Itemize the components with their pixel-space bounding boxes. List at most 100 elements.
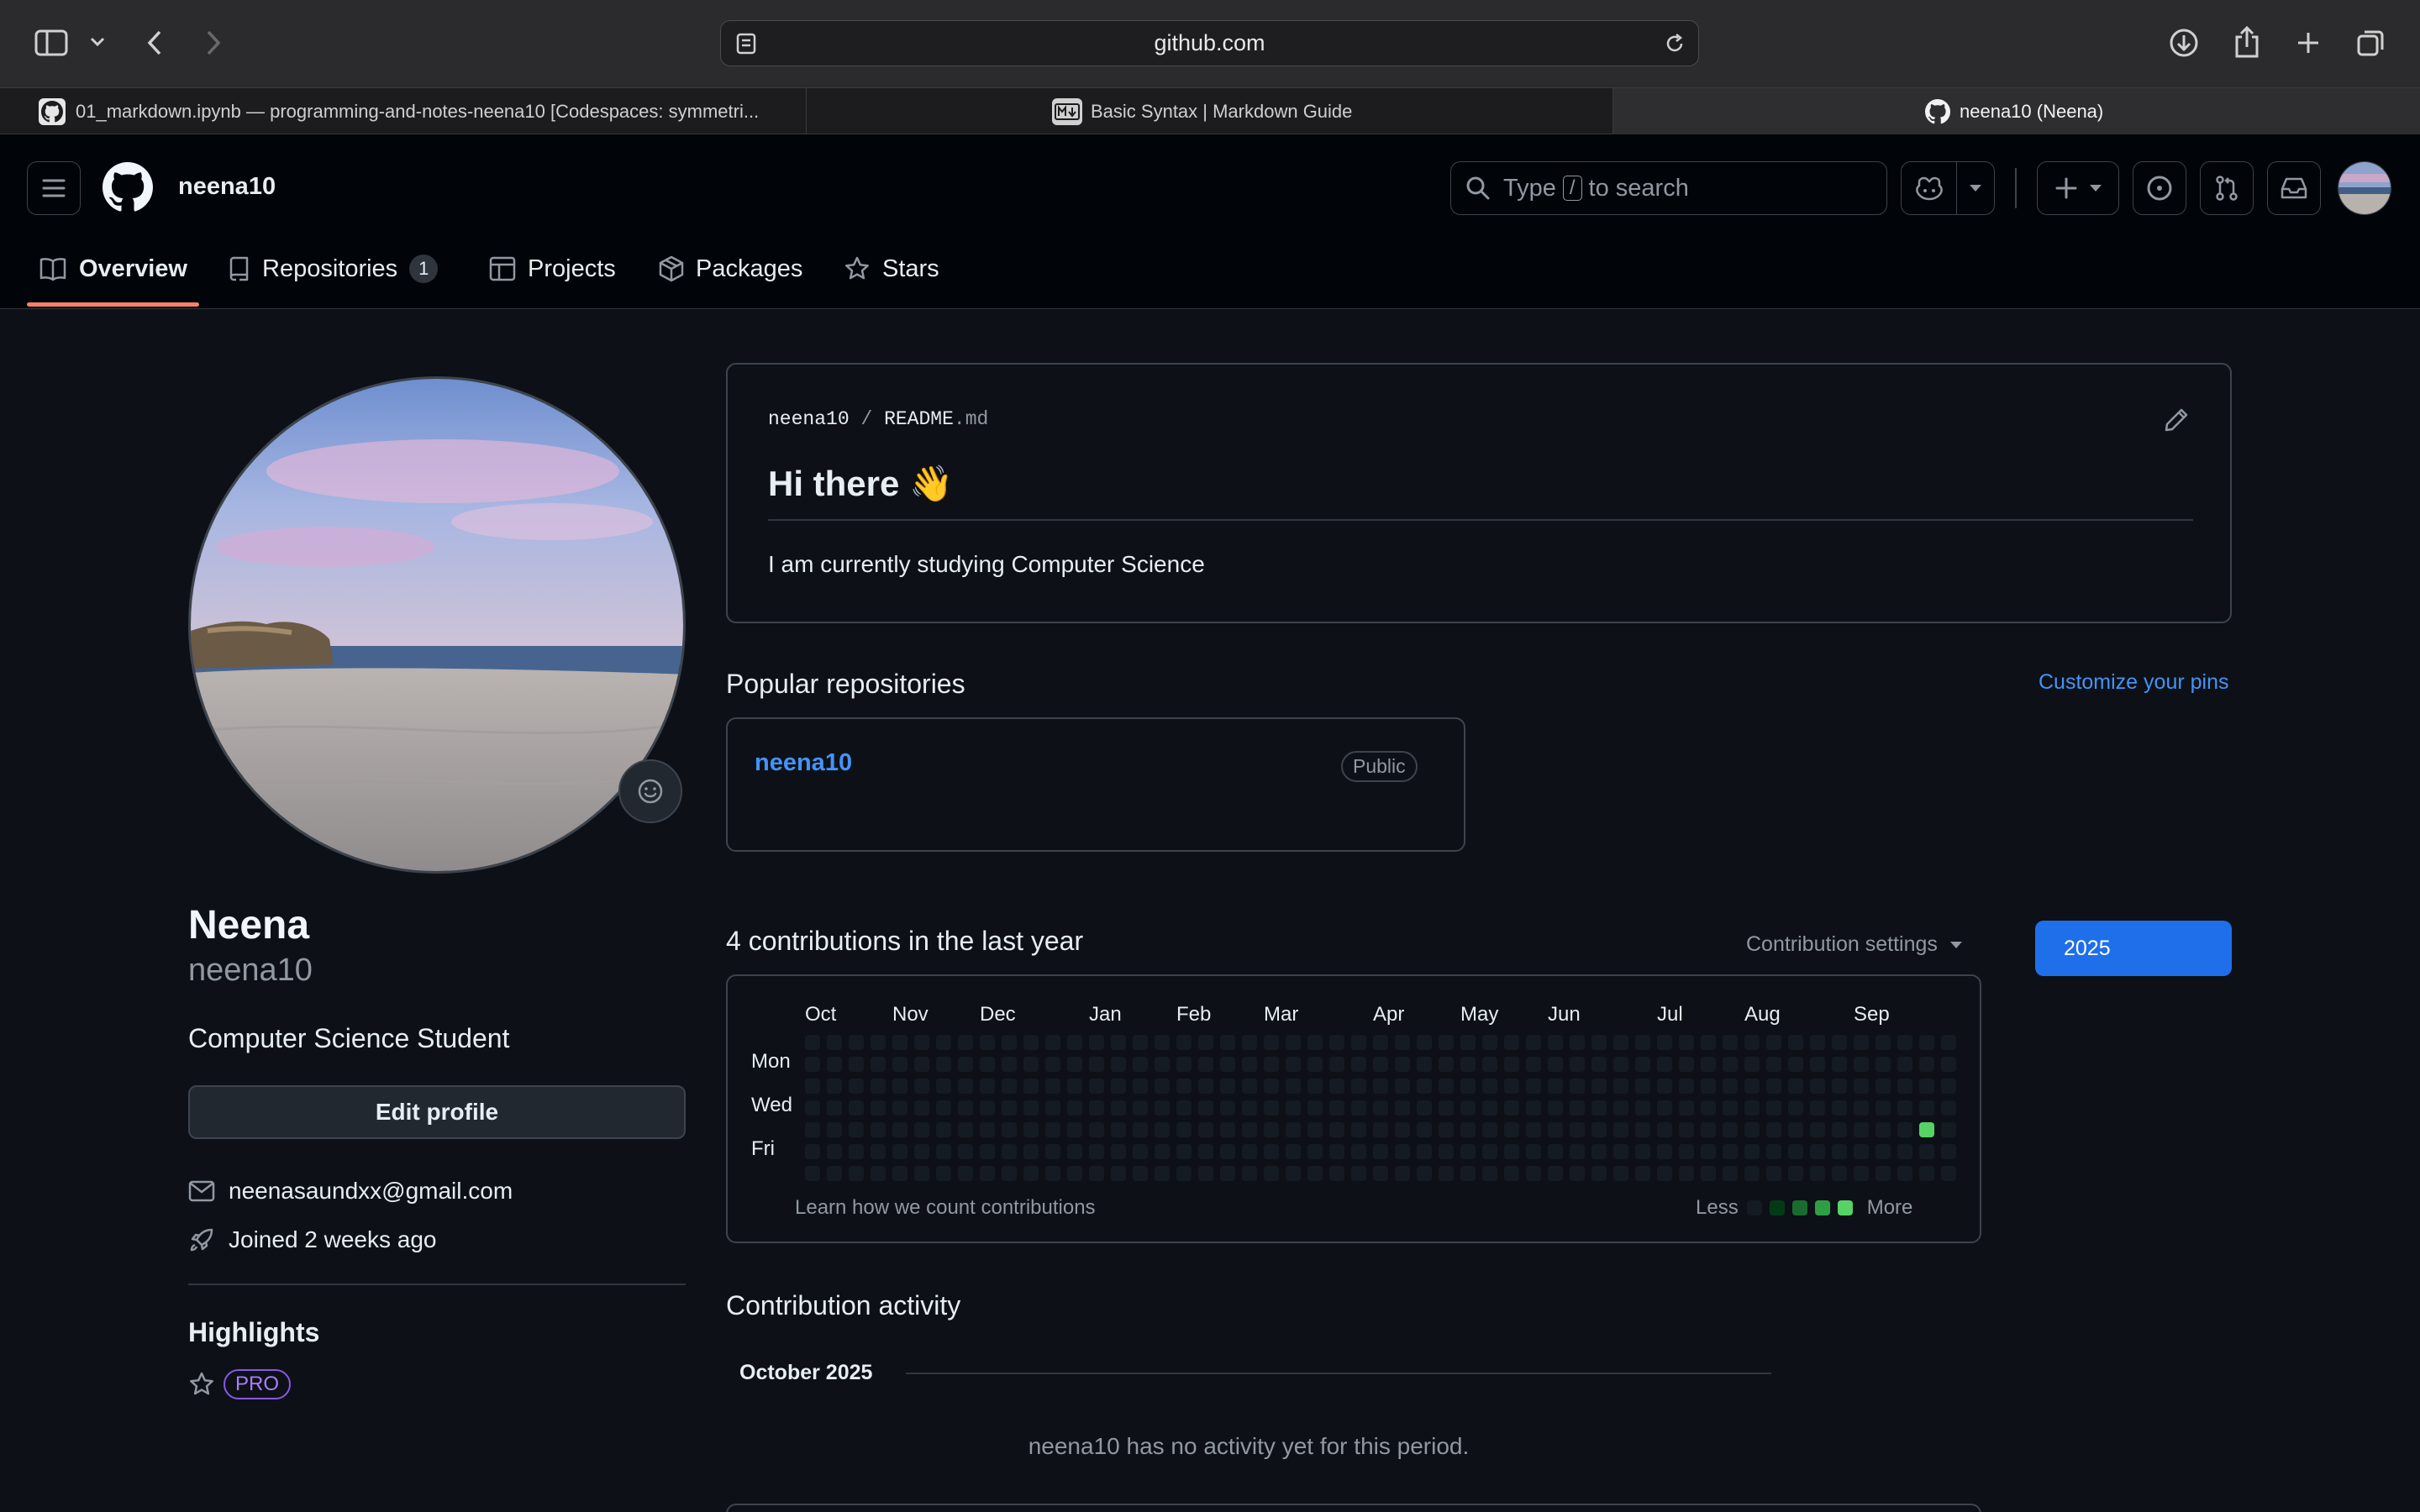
contribution-cell[interactable]: [1133, 1035, 1148, 1050]
contribution-cell[interactable]: [1351, 1144, 1366, 1159]
contribution-cell[interactable]: [1023, 1035, 1039, 1050]
contribution-cell[interactable]: [1307, 1144, 1323, 1159]
contribution-cell[interactable]: [1133, 1166, 1148, 1181]
contribution-cell[interactable]: [936, 1035, 951, 1050]
contribution-cell[interactable]: [1635, 1057, 1650, 1072]
contribution-cell[interactable]: [1701, 1122, 1716, 1137]
contribution-cell[interactable]: [1067, 1144, 1082, 1159]
contribution-cell[interactable]: [1591, 1166, 1607, 1181]
issues-button[interactable]: [2133, 161, 2186, 215]
contribution-cell[interactable]: [1854, 1144, 1869, 1159]
contribution-cell[interactable]: [914, 1166, 929, 1181]
contribution-cell[interactable]: [1482, 1144, 1497, 1159]
contribution-cell[interactable]: [958, 1166, 973, 1181]
contribution-cell[interactable]: [1264, 1035, 1279, 1050]
contribution-cell[interactable]: [1701, 1035, 1716, 1050]
contribution-cell[interactable]: [1155, 1122, 1170, 1137]
contribution-cell[interactable]: [1023, 1122, 1039, 1137]
contribution-cell[interactable]: [1832, 1079, 1847, 1094]
tab-overview-icon[interactable]: [2355, 27, 2387, 59]
contribution-cell[interactable]: [1526, 1100, 1541, 1116]
profile-email[interactable]: neenasaundxx@gmail.com: [229, 1178, 513, 1205]
contribution-cell[interactable]: [1613, 1100, 1628, 1116]
contribution-cell[interactable]: [1307, 1166, 1323, 1181]
contribution-cell[interactable]: [1067, 1079, 1082, 1094]
contribution-cell[interactable]: [1723, 1100, 1738, 1116]
contribution-cell[interactable]: [1897, 1166, 1912, 1181]
copilot-button[interactable]: [1901, 161, 1995, 215]
contribution-cell[interactable]: [827, 1166, 842, 1181]
contribution-cell[interactable]: [1133, 1144, 1148, 1159]
contribution-cell[interactable]: [1701, 1057, 1716, 1072]
contribution-cell[interactable]: [1832, 1100, 1847, 1116]
contribution-cell[interactable]: [1788, 1057, 1803, 1072]
contribution-cell[interactable]: [1744, 1057, 1760, 1072]
contribution-cell[interactable]: [914, 1144, 929, 1159]
contribution-cell[interactable]: [936, 1144, 951, 1159]
contribution-cell[interactable]: [805, 1166, 820, 1181]
contribution-cell[interactable]: [1176, 1100, 1192, 1116]
chevron-down-icon[interactable]: [87, 32, 108, 52]
contribution-cell[interactable]: [1439, 1100, 1454, 1116]
contribution-cell[interactable]: [1023, 1079, 1039, 1094]
contribution-cell[interactable]: [1876, 1122, 1891, 1137]
contribution-cell[interactable]: [1264, 1079, 1279, 1094]
contribution-cell[interactable]: [936, 1057, 951, 1072]
contribution-cell[interactable]: [1242, 1079, 1257, 1094]
contribution-cell[interactable]: [1591, 1035, 1607, 1050]
contribution-cell[interactable]: [1286, 1057, 1301, 1072]
contribution-cell[interactable]: [1504, 1122, 1519, 1137]
contribution-cell[interactable]: [827, 1035, 842, 1050]
contribution-cell[interactable]: [849, 1079, 864, 1094]
contribution-cell[interactable]: [1067, 1035, 1082, 1050]
contribution-cell[interactable]: [1810, 1166, 1825, 1181]
contribution-cell[interactable]: [1155, 1166, 1170, 1181]
contribution-cell[interactable]: [1482, 1166, 1497, 1181]
contribution-cell[interactable]: [1832, 1057, 1847, 1072]
contribution-cell[interactable]: [1504, 1035, 1519, 1050]
contribution-cell[interactable]: [1613, 1166, 1628, 1181]
contribution-cell[interactable]: [1810, 1144, 1825, 1159]
contribution-cell[interactable]: [958, 1057, 973, 1072]
contribution-cell[interactable]: [1810, 1122, 1825, 1137]
contribution-cell[interactable]: [1111, 1035, 1126, 1050]
contribution-cell[interactable]: [1155, 1079, 1170, 1094]
contribution-cell[interactable]: [1286, 1100, 1301, 1116]
contribution-settings-button[interactable]: Contribution settings: [1746, 932, 1963, 957]
contribution-cell[interactable]: [849, 1166, 864, 1181]
contribution-cell[interactable]: [871, 1057, 886, 1072]
create-new-button[interactable]: [2037, 161, 2119, 215]
contribution-cell[interactable]: [1307, 1079, 1323, 1094]
learn-contributions-link[interactable]: Learn how we count contributions: [795, 1196, 1096, 1220]
contribution-cell[interactable]: [1023, 1057, 1039, 1072]
contribution-cell[interactable]: [1198, 1166, 1213, 1181]
contribution-cell[interactable]: [1417, 1166, 1432, 1181]
contribution-cell[interactable]: [1810, 1079, 1825, 1094]
contribution-cell[interactable]: [1351, 1035, 1366, 1050]
contribution-cell[interactable]: [1504, 1144, 1519, 1159]
contribution-cell[interactable]: [1570, 1079, 1585, 1094]
contribution-cell[interactable]: [1264, 1166, 1279, 1181]
contribution-cell[interactable]: [1635, 1079, 1650, 1094]
contribution-cell[interactable]: [1657, 1122, 1672, 1137]
contribution-cell[interactable]: [1613, 1035, 1628, 1050]
contribution-cell[interactable]: [1657, 1166, 1672, 1181]
contribution-cell[interactable]: [1570, 1035, 1585, 1050]
contribution-cell[interactable]: [1854, 1079, 1869, 1094]
contribution-cell[interactable]: [914, 1035, 929, 1050]
contribution-cell[interactable]: [1548, 1122, 1563, 1137]
contribution-cell[interactable]: [827, 1122, 842, 1137]
contribution-cell[interactable]: [1679, 1122, 1694, 1137]
contribution-cell[interactable]: [936, 1122, 951, 1137]
contribution-cell[interactable]: [1679, 1100, 1694, 1116]
contribution-cell[interactable]: [1876, 1144, 1891, 1159]
contribution-cell[interactable]: [1460, 1079, 1476, 1094]
contribution-cell[interactable]: [936, 1166, 951, 1181]
edit-readme-icon[interactable]: [2163, 407, 2190, 433]
contribution-cell[interactable]: [1766, 1100, 1781, 1116]
readme-owner[interactable]: neena10: [768, 408, 850, 430]
contribution-cell[interactable]: [1460, 1144, 1476, 1159]
contribution-cell[interactable]: [1395, 1100, 1410, 1116]
download-icon[interactable]: [2168, 27, 2200, 59]
contribution-cell[interactable]: [1417, 1035, 1432, 1050]
